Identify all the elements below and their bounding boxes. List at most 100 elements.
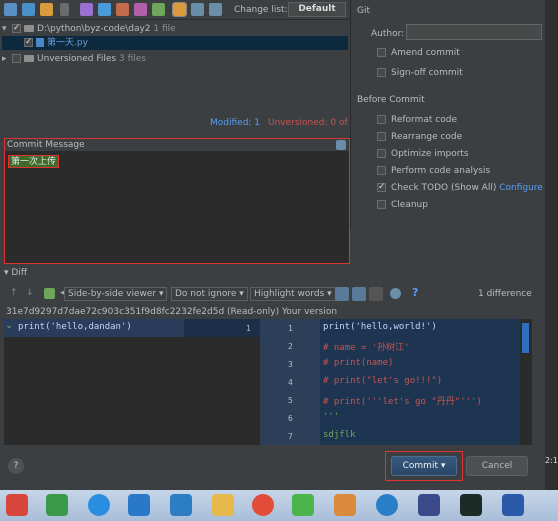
right-code-line: # name = '孙树江' [323,343,410,353]
signoff-checkbox[interactable] [377,68,386,77]
folder-icon [24,55,34,62]
cleanup-checkbox[interactable] [377,200,386,209]
word-icon[interactable] [502,494,524,516]
rearrange-checkbox[interactable] [377,132,386,141]
analysis-checkbox[interactable] [377,166,386,175]
amend-commit-option[interactable]: Amend commit [377,46,460,60]
reformat-checkbox[interactable] [377,115,386,124]
todo-label: Check TODO (Show All) [391,183,497,193]
right-diff-editor[interactable]: 1 2 3 4 5 6 7 print('hello,world!') # na… [260,319,532,445]
history-icon[interactable] [80,3,93,16]
change-list-select[interactable]: Default [288,2,346,17]
expand-arrow-icon[interactable]: ▾ [2,22,12,36]
left-code-line: print('hello,dandan') [18,322,132,332]
group-by-directory-icon[interactable] [172,2,187,17]
help-button[interactable]: ? [8,458,24,474]
unversioned-checkbox[interactable] [12,54,21,63]
wechat-icon[interactable] [292,494,314,516]
configure-link[interactable]: Configure [499,183,543,193]
viewer-dropdown[interactable]: Side-by-side viewer ▾ [64,287,168,301]
signoff-label: Sign-off commit [391,68,463,78]
expand-all-icon[interactable] [191,3,204,16]
right-line-number: 1 [288,324,293,333]
commit-message-label: Commit Message [7,140,85,150]
settings-icon[interactable] [390,288,401,299]
author-input[interactable] [406,24,542,40]
app-icon[interactable] [334,494,356,516]
check-todo-option[interactable]: Check TODO (Show All) Configure [377,180,543,195]
code-analysis-option[interactable]: Perform code analysis [377,164,490,178]
diff-icon[interactable] [40,3,53,16]
ignore-dropdown[interactable]: Do not ignore ▾ [171,287,248,301]
optimize-imports-option[interactable]: Optimize imports [377,147,469,161]
right-file-header: Your version [282,307,338,317]
optimize-checkbox[interactable] [377,149,386,158]
git-title: Git [357,6,371,16]
app-icon[interactable] [212,494,234,516]
tree-row-root[interactable]: ▾ D:\python\byz-code\day2 1 file [2,21,348,36]
message-history-icon[interactable] [336,140,346,150]
amend-checkbox[interactable] [377,48,386,57]
lock-icon[interactable] [369,287,383,301]
commit-message-text[interactable]: 第一次上传 [8,155,60,168]
diff-label: Diff [11,268,28,278]
scrollbar-thumb[interactable] [522,323,529,353]
optimize-label: Optimize imports [391,149,469,159]
commit-message-area[interactable]: Commit Message 第一次上传 [4,138,350,264]
app-icon[interactable] [170,494,192,516]
edit-icon[interactable] [152,3,165,16]
refresh-icon[interactable] [4,3,17,16]
before-commit-title: Before Commit [357,95,425,105]
tree-row-unversioned[interactable]: ▸ Unversioned Files 3 files [2,52,348,66]
right-line-number: 2 [288,342,293,351]
commit-toolbar: Change list: Default [0,0,350,20]
rollback-icon[interactable] [22,3,35,16]
diff-toolbar: ↑ ↓ ◂ Side-by-side viewer ▾ Do not ignor… [4,285,542,303]
undo-icon[interactable] [134,3,147,16]
right-line-number: 3 [288,360,293,369]
diff-header[interactable]: ▾ Diff [4,267,542,279]
sync-scroll-icon[interactable] [335,287,349,301]
python-file-icon [36,38,44,47]
cleanup-option[interactable]: Cleanup [377,198,428,212]
ie-icon[interactable] [376,494,398,516]
unversioned-count: 3 files [119,54,146,64]
collapse-all-icon[interactable] [209,3,222,16]
side-text: 2:1 [545,456,558,465]
root-checkbox[interactable] [12,21,21,35]
rearrange-code-option[interactable]: Rearrange code [377,130,462,144]
amend-label: Amend commit [391,48,460,58]
tree-row-file[interactable]: 第一天.py [2,35,348,50]
diff-help-icon[interactable]: ? [412,286,418,299]
collapse-arrow-icon[interactable]: ▸ [2,52,12,66]
file-checkbox[interactable] [24,35,33,49]
left-file-header: 31e7d9297d7dae72c903c351f9d8fc2232fe2d5d… [6,307,280,317]
unversioned-status[interactable]: Unversioned: 0 of 3 [268,118,356,128]
app-icon[interactable] [418,494,440,516]
diff-collapse-icon[interactable]: ▾ [4,268,9,278]
cloud-icon[interactable] [88,494,110,516]
prev-diff-icon[interactable]: ↑ [10,288,18,298]
right-line-number: 4 [288,378,293,387]
windows-taskbar [0,490,558,521]
right-code-line: # print('''let's go "丹丹"''') [323,397,482,407]
right-code-line: print('hello,world!') [323,322,437,332]
edit-source-icon[interactable] [44,288,55,299]
app-icon[interactable] [128,494,150,516]
columns-icon[interactable] [352,287,366,301]
cancel-button[interactable]: Cancel [466,456,528,476]
signoff-commit-option[interactable]: Sign-off commit [377,66,463,80]
next-diff-icon[interactable]: ↓ [26,288,34,298]
right-line-number: 5 [288,396,293,405]
branch-icon[interactable] [116,3,129,16]
move-icon[interactable] [98,3,111,16]
commit-button[interactable]: Commit ▾ [391,456,457,476]
todo-checkbox[interactable] [377,180,386,194]
app-icon[interactable] [6,494,28,516]
highlight-dropdown[interactable]: Highlight words ▾ [250,287,336,301]
left-diff-editor[interactable]: ⌄ print('hello,dandan') 1 [4,319,260,445]
pycharm-icon[interactable] [460,494,482,516]
reformat-code-option[interactable]: Reformat code [377,113,457,127]
app-icon[interactable] [46,494,68,516]
chrome-icon[interactable] [252,494,274,516]
